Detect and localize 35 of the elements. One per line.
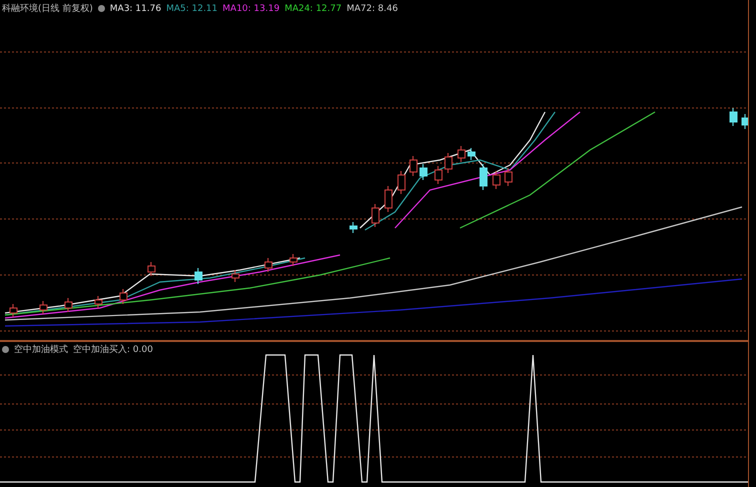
candlestick — [94, 296, 102, 308]
candlestick — [264, 258, 272, 272]
candlestick — [350, 222, 358, 234]
candlestick — [194, 268, 202, 284]
candlestick — [468, 148, 476, 160]
indicator-title: 空中加油模式 — [14, 344, 68, 356]
candlestick — [444, 152, 452, 174]
candlestick — [120, 288, 128, 304]
candlestick — [372, 204, 380, 228]
candlestick — [730, 108, 738, 126]
candlestick — [504, 168, 512, 186]
candlestick — [410, 156, 418, 176]
candlestick — [742, 114, 748, 130]
settings-dot-icon[interactable] — [98, 5, 105, 12]
candlestick — [492, 170, 500, 190]
indicator-reading: 空中加油买入: 0.00 — [73, 344, 153, 356]
moving-average-label: MA3: 11.76 — [110, 4, 162, 14]
candlestick — [64, 298, 72, 312]
moving-average-label: MA5: 12.11 — [166, 4, 218, 14]
candlestick — [458, 146, 466, 162]
moving-average-label: MA10: 13.19 — [222, 4, 280, 14]
candlestick — [40, 300, 48, 314]
candlestick — [384, 186, 392, 212]
candlestick — [10, 304, 18, 318]
stock-title: 科融环境(日线 前复权) — [2, 2, 93, 15]
candlestick — [480, 164, 488, 190]
candlestick — [232, 270, 240, 282]
candlestick — [290, 254, 298, 266]
settings-dot-icon[interactable] — [2, 346, 9, 353]
candlestick — [398, 170, 406, 194]
moving-average-label: MA24: 12.77 — [284, 4, 342, 14]
candlestick — [434, 166, 442, 184]
candlestick — [420, 164, 428, 180]
moving-average-label: MA72: 8.46 — [346, 4, 398, 14]
candlestick — [148, 262, 156, 276]
